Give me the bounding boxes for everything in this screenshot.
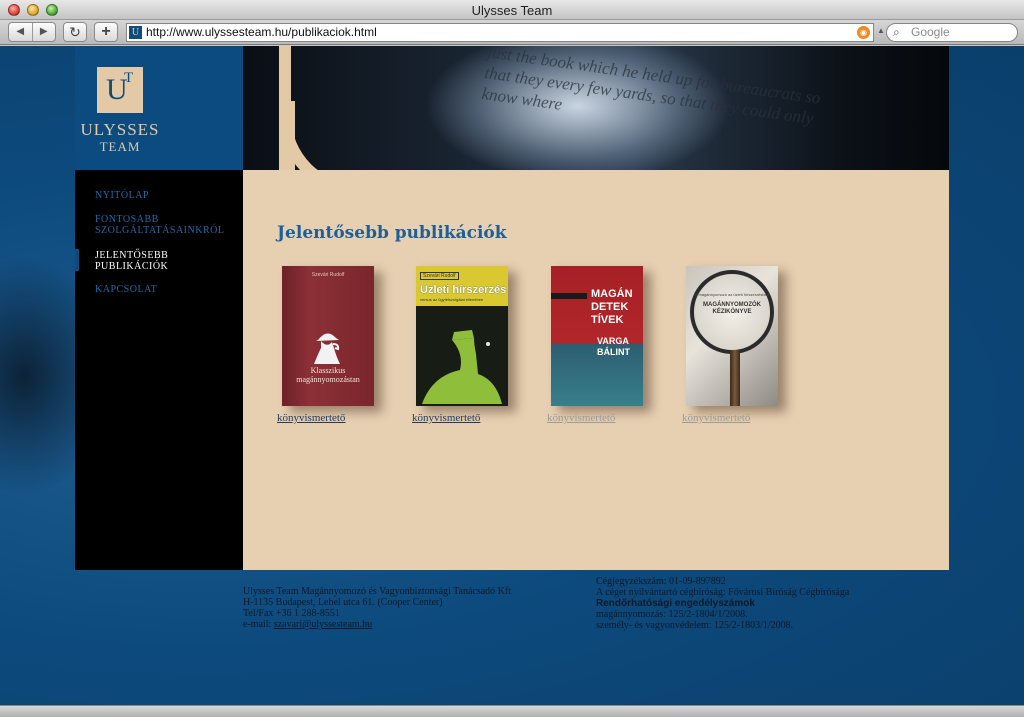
window-titlebar: Ulysses Team	[0, 0, 1024, 20]
footer-reg-no: Cégjegyzékszám: 01-09-897892	[596, 576, 726, 587]
footer-email-label: e-mail:	[243, 619, 272, 630]
book-title: MAGÁNNYOMOZÓK KÉZIKÖNYVE	[703, 302, 761, 315]
nav-item-nyitolap[interactable]: NYITÓLAP	[95, 190, 225, 201]
search-placeholder: Google	[911, 25, 950, 39]
banner-letter-stem	[279, 101, 295, 170]
active-nav-marker	[75, 249, 79, 271]
footer: Ulysses Team Magánnyomozó és Vagyonbizto…	[243, 576, 949, 686]
book-review-link-3[interactable]: könyvismertető	[547, 412, 615, 424]
footer-phone: Tel/Fax +36 1 288-8551	[243, 608, 340, 619]
book-title: Üzleti hírszerzés	[420, 284, 507, 296]
book-cover-3[interactable]: MAGÁN DETEK TÍVEK VARGA BÁLINT	[551, 266, 643, 406]
book-subtitle: A magánnyomozó az üzleti hírszerzésben	[694, 292, 770, 297]
book-subtitle: versus az ügyfélszolgálat ellenében	[420, 297, 484, 302]
main-content: Jelentősebb publikációk Szevári Rudolf K…	[243, 170, 949, 570]
nav-item-kapcsolat[interactable]: KAPCSOLAT	[95, 284, 225, 295]
footer-email-row: e-mail: szavari@ulyssesteam.hu	[243, 619, 583, 630]
site-logo[interactable]: U T ULYSSES TEAM	[75, 46, 243, 170]
reload-button[interactable]: ↻	[63, 22, 87, 42]
footer-email-link[interactable]: szavari@ulyssesteam.hu	[274, 619, 372, 630]
back-forward-buttons: ◀ ▶	[8, 22, 56, 42]
banner-letter-decoration	[279, 46, 489, 170]
footer-license-1: magánnyomozás: 125/2-1804/1/2008.	[596, 609, 748, 620]
book-review-link-2[interactable]: könyvismertető	[412, 412, 480, 424]
footer-license-2: személy- és vagyonvédelem: 125/2-1803/1/…	[596, 620, 794, 631]
book-author: VARGA BÁLINT	[597, 336, 630, 357]
header-banner: just the book which he held up for burea…	[243, 46, 949, 170]
book-cover-4[interactable]: A magánnyomozó az üzleti hírszerzésben M…	[686, 266, 778, 406]
nav-item-publikaciok[interactable]: JELENTŐSEBB PUBLIKÁCIÓK	[95, 250, 195, 272]
address-bar[interactable]: U http://www.ulyssesteam.hu/publikaciok.…	[126, 23, 874, 42]
forward-button[interactable]: ▶	[33, 23, 56, 41]
back-button[interactable]: ◀	[9, 23, 33, 41]
sidebar-nav: NYITÓLAP FONTOSABB SZOLGÁLTATÁSAINKRÓL J…	[75, 170, 243, 570]
logo-line1: ULYSSES	[80, 120, 160, 139]
browser-toolbar: ◀ ▶ ↻ + U http://www.ulyssesteam.hu/publ…	[0, 20, 1024, 45]
footer-company: Ulysses Team Magánnyomozó és Vagyonbizto…	[243, 586, 511, 597]
book-author: Szevári Rudolf	[311, 272, 345, 278]
footer-legal: Cégjegyzékszám: 01-09-897892 A céget nyi…	[596, 576, 946, 631]
spy-figure-icon	[422, 330, 502, 404]
magnifier-handle	[730, 350, 740, 406]
book-title: MAGÁN DETEK TÍVEK	[591, 288, 633, 326]
book-title: Klasszikus magánnyomozástan	[296, 366, 360, 384]
detective-silhouette-icon	[314, 333, 340, 364]
book-cover-1[interactable]: Szevári Rudolf Klasszikus magánnyomozást…	[282, 266, 374, 406]
book-review-link-4[interactable]: könyvismertető	[682, 412, 750, 424]
url-dropdown-icon[interactable]: ▲	[877, 26, 885, 35]
footer-contact: Ulysses Team Magánnyomozó és Vagyonbizto…	[243, 586, 583, 630]
book-cover-2[interactable]: Szevári Rudolf Üzleti hírszerzés versus …	[416, 266, 508, 406]
nav-item-szolgaltatasok[interactable]: FONTOSABB SZOLGÁLTATÁSAINKRÓL	[95, 214, 235, 236]
window-statusbar	[0, 705, 1024, 717]
window-title: Ulysses Team	[471, 3, 553, 18]
footer-court: A céget nyilvántartó cégbíróság: Főváros…	[596, 587, 850, 598]
address-url: http://www.ulyssesteam.hu/publikaciok.ht…	[146, 25, 377, 39]
page-title: Jelentősebb publikációk	[277, 223, 507, 243]
add-bookmark-button[interactable]: +	[94, 22, 118, 42]
favicon-icon: U	[129, 26, 142, 39]
banner-book-text: just the book which he held up for burea…	[480, 46, 822, 129]
logo-mark-icon: U T	[97, 67, 143, 113]
search-icon: ⌕	[893, 25, 900, 39]
footer-address: H-1135 Budapest, Lehel utca 61. (Cooper …	[243, 597, 443, 608]
book-review-link-1[interactable]: könyvismertető	[277, 412, 345, 424]
cover-strip	[551, 293, 587, 299]
web-page: U T ULYSSES TEAM just the book which he …	[0, 46, 1024, 705]
rss-icon[interactable]: ◉	[857, 26, 870, 39]
book-author: Szevári Rudolf	[420, 272, 459, 280]
footer-licenses-title: Rendőrhatósági engedélyszámok	[596, 598, 755, 609]
search-field[interactable]: ⌕ Google	[886, 23, 1018, 42]
logo-line2: TEAM	[99, 139, 141, 154]
